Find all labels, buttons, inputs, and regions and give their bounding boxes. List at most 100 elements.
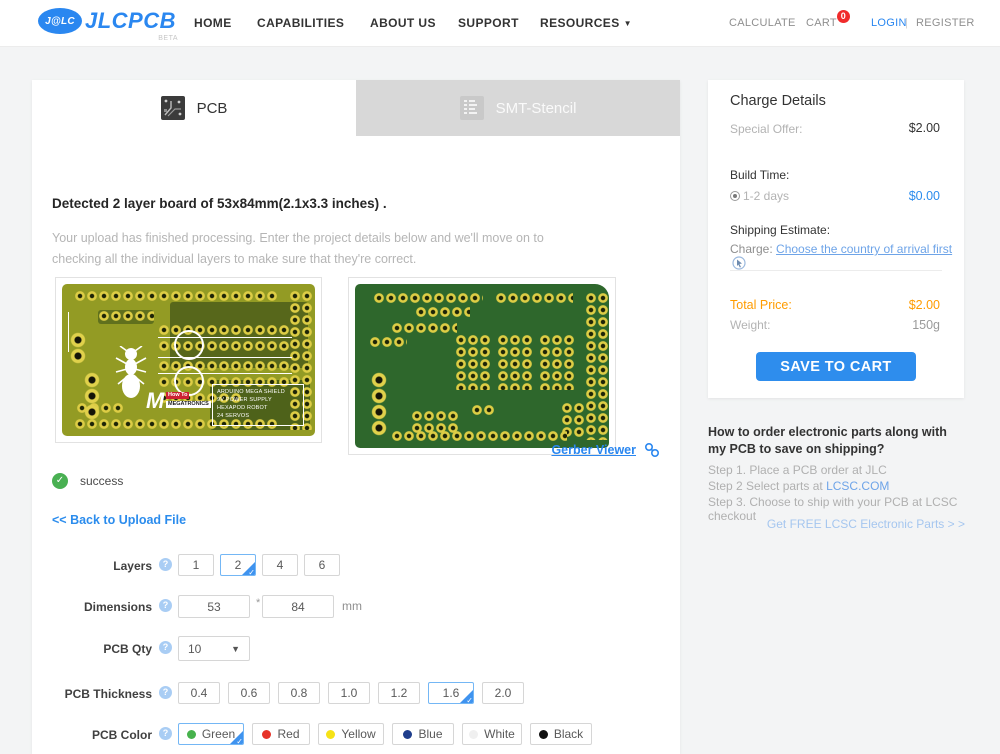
select-caret-icon: ▼ [231,643,240,654]
success-check-icon: ✓ [52,473,68,489]
board1-info-box: ARDUINO MEGA SHIELD 9V POWER SUPPLY HEXA… [212,384,304,426]
top-navbar: J@LC JLCPCB BETA HOME CAPABILITIES ABOUT… [0,0,1000,47]
layers-help-icon[interactable]: ? [159,558,172,571]
howto-step-2: Step 2 Select parts at LCSC.COM [708,479,890,493]
nav-support[interactable]: SUPPORT [458,16,519,30]
dimension-width-input[interactable] [178,595,250,618]
thickness-option-0-4[interactable]: 0.4 [178,682,220,704]
gerber-viewer-link[interactable]: Gerber Viewer [551,443,636,457]
cart-count-badge: 0 [836,10,850,23]
order-panel: PCB SMT-Stencil Detected 2 layer board o… [32,80,680,754]
jlcpcb-logo[interactable]: J@LC JLCPCB BETA [38,8,178,42]
get-free-lcsc-parts-link[interactable]: Get FREE LCSC Electronic Parts > > [767,517,965,531]
cart-link[interactable]: CART 0 [806,10,850,29]
thickness-option-1-0[interactable]: 1.0 [328,682,370,704]
board1-howto-text: How To [166,392,190,399]
build-time-radio[interactable] [730,191,740,201]
login-register-divider: | [905,17,909,29]
total-price-value: $2.00 [908,298,940,312]
dimension-separator: * [256,597,261,609]
tab-smt-stencil[interactable]: SMT-Stencil [356,80,680,136]
shipping-charge-row: Charge: Choose the country of arrival fi… [730,242,964,270]
color-option-yellow[interactable]: Yellow [318,723,384,745]
blue-color-dot [403,729,413,739]
gerber-viewer-row: Gerber Viewer [551,442,660,458]
color-option-red[interactable]: Red [252,723,310,745]
beta-label: BETA [158,35,179,42]
thickness-option-0-8[interactable]: 0.8 [278,682,320,704]
howto-step-1: Step 1. Place a PCB order at JLC [708,463,887,477]
color-option-blue[interactable]: Blue [392,723,454,745]
color-option-black[interactable]: Black [530,723,592,745]
total-price-label: Total Price: [730,298,792,312]
lcsc-com-link[interactable]: LCSC.COM [826,479,889,493]
pcb-color-help-icon[interactable]: ? [159,727,172,740]
howto-title: How to order electronic parts along with… [708,425,947,456]
choose-country-link[interactable]: Choose the country of arrival first [776,242,952,256]
status-text: success [80,474,124,488]
layers-option-2-selected[interactable]: 2 [220,554,256,576]
color-option-white[interactable]: White [462,723,522,745]
yellow-color-dot [326,729,336,739]
board1-m-logo: M [146,388,165,413]
pointer-cursor-icon [732,256,746,270]
save-to-cart-button[interactable]: SAVE TO CART [756,352,916,381]
page: J@LC JLCPCB BETA HOME CAPABILITIES ABOUT… [0,0,1000,754]
pcb-bottom-image [355,284,609,448]
thickness-option-1-6-selected[interactable]: 1.6 [428,682,474,704]
weight-value: 150g [912,318,940,332]
build-time-label: Build Time: [730,168,790,182]
black-color-dot [538,729,548,739]
link-chain-icon[interactable] [644,442,660,458]
register-link[interactable]: REGISTER [916,17,975,29]
pcb-top-image: M How To MEGATRONICS ARDUINO MEGA SHIELD… [62,284,315,436]
nav-about-us[interactable]: ABOUT US [370,16,436,30]
pcb-color-label: PCB Color [92,728,152,742]
calculate-link[interactable]: CALCULATE [729,17,796,29]
dimensions-help-icon[interactable]: ? [159,599,172,612]
pcb-qty-value: 10 [188,641,202,656]
green-color-dot [186,729,196,739]
thickness-option-2-0[interactable]: 2.0 [482,682,524,704]
thickness-option-1-2[interactable]: 1.2 [378,682,420,704]
layers-option-4[interactable]: 4 [262,554,298,576]
build-time-option[interactable]: 1-2 days [730,189,789,203]
board1-mega-text: MEGATRONICS [166,401,211,408]
detected-board-summary: Detected 2 layer board of 53x84mm(2.1x3.… [52,196,387,211]
thickness-option-0-6[interactable]: 0.6 [228,682,270,704]
nav-capabilities[interactable]: CAPABILITIES [257,16,344,30]
tab-pcb[interactable]: PCB [32,80,356,136]
chevron-down-icon: ▼ [623,19,632,28]
charge-divider [730,270,942,271]
nav-home[interactable]: HOME [194,16,232,30]
dimension-height-input[interactable] [262,595,334,618]
build-time-price: $0.00 [908,189,940,203]
tab-pcb-label: PCB [196,99,228,117]
login-link[interactable]: LOGIN [871,17,907,29]
back-to-upload-link[interactable]: << Back to Upload File [52,513,186,527]
status-row: ✓ success [52,473,123,489]
pcb-thickness-help-icon[interactable]: ? [159,686,172,699]
pcb-top-preview: M How To MEGATRONICS ARDUINO MEGA SHIELD… [55,277,322,443]
pcb-thickness-label: PCB Thickness [64,687,152,701]
nav-resources[interactable]: RESOURCES ▼ [540,16,632,30]
special-offer-value: $2.00 [908,121,940,135]
dimensions-label: Dimensions [83,600,152,614]
layers-option-1[interactable]: 1 [178,554,214,576]
pcb-qty-help-icon[interactable]: ? [159,641,172,654]
smt-stencil-tab-icon [459,96,484,120]
charge-details-title: Charge Details [730,93,826,109]
pcb-qty-label: PCB Qty [103,642,152,656]
weight-label: Weight: [730,318,771,332]
dimension-unit-label: mm [342,599,362,613]
upload-description: Your upload has finished processing. Ent… [52,231,544,266]
color-option-green-selected[interactable]: Green [178,723,244,745]
pcb-tab-icon [160,96,185,120]
pcb-bottom-preview [348,277,616,455]
jlcpcb-logo-icon: J@LC [38,8,82,34]
layers-label: Layers [113,559,152,573]
layers-option-6[interactable]: 6 [304,554,340,576]
pcb-qty-select[interactable]: 10 ▼ [178,636,250,661]
board1-ant-graphic [114,346,148,398]
white-color-dot [469,729,479,739]
